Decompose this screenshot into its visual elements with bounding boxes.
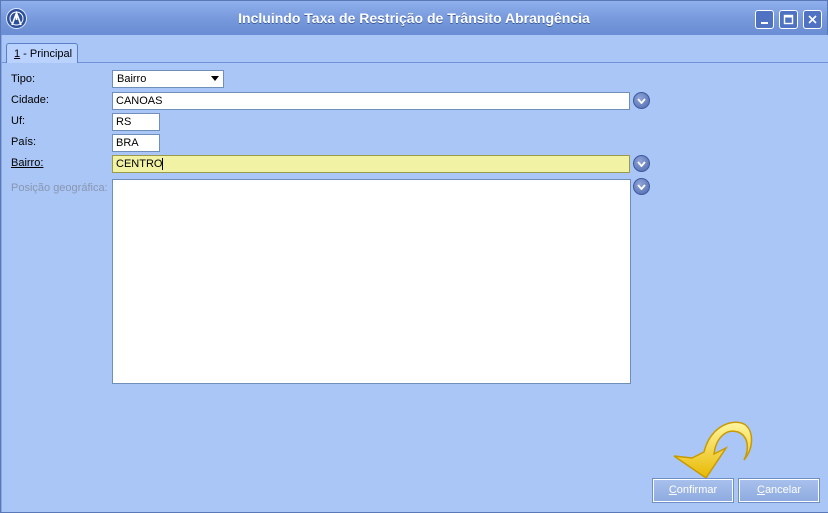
posicao-lookup-button[interactable] (633, 178, 650, 195)
cidade-lookup-button[interactable] (633, 92, 650, 109)
uf-value: RS (116, 116, 132, 128)
title-bar[interactable]: Incluindo Taxa de Restrição de Trânsito … (1, 1, 827, 35)
uf-field[interactable]: RS (112, 113, 160, 131)
pais-value: BRA (116, 137, 139, 149)
pais-field[interactable]: BRA (112, 134, 160, 152)
cidade-value: CANOAS (116, 95, 163, 107)
tipo-select[interactable]: Bairro (112, 70, 224, 88)
close-button[interactable] (803, 10, 822, 29)
maximize-button[interactable] (779, 10, 798, 29)
bairro-field[interactable]: CENTRO (112, 155, 630, 173)
tab-label: - Principal (20, 48, 73, 60)
cancel-hotkey: C (756, 484, 765, 496)
chevron-down-icon (637, 184, 646, 190)
window-title: Incluindo Taxa de Restrição de Trânsito … (238, 10, 590, 26)
tab-strip: 1 - Principal (2, 35, 828, 64)
confirm-hotkey: C (668, 484, 677, 496)
confirm-label: onfirmar (676, 484, 718, 496)
posicao-label: Posição geográfica: (11, 182, 108, 194)
undo-arrow-icon (673, 421, 753, 480)
tipo-value: Bairro (117, 73, 147, 85)
close-icon (808, 15, 817, 24)
confirm-button[interactable]: Confirmar (652, 478, 734, 503)
cidade-label: Cidade: (11, 94, 49, 106)
minimize-icon (761, 22, 768, 24)
bairro-label: Bairro: (11, 157, 44, 169)
tab-principal[interactable]: 1 - Principal (6, 43, 78, 64)
pais-label: País: (11, 136, 37, 148)
posicao-textarea[interactable] (112, 179, 631, 384)
uf-label: Uf: (11, 115, 26, 127)
cidade-field[interactable]: CANOAS (112, 92, 630, 110)
minimize-button[interactable] (755, 10, 774, 29)
text-cursor (162, 158, 164, 170)
cancel-button[interactable]: Cancelar (738, 478, 820, 503)
chevron-down-icon (211, 76, 219, 81)
tipo-label: Tipo: (11, 73, 36, 85)
dialog-window: Incluindo Taxa de Restrição de Trânsito … (0, 0, 828, 513)
cancel-label: ancelar (764, 484, 802, 496)
dropdown-arrow[interactable] (208, 72, 222, 86)
maximize-icon (783, 14, 794, 25)
chevron-down-icon (637, 161, 646, 167)
chevron-down-icon (637, 98, 646, 104)
bairro-lookup-button[interactable] (633, 155, 650, 172)
main-panel: Tipo: Bairro Cidade: CANOAS Uf: RS País:… (2, 63, 828, 512)
bairro-value: CENTRO (116, 158, 163, 170)
